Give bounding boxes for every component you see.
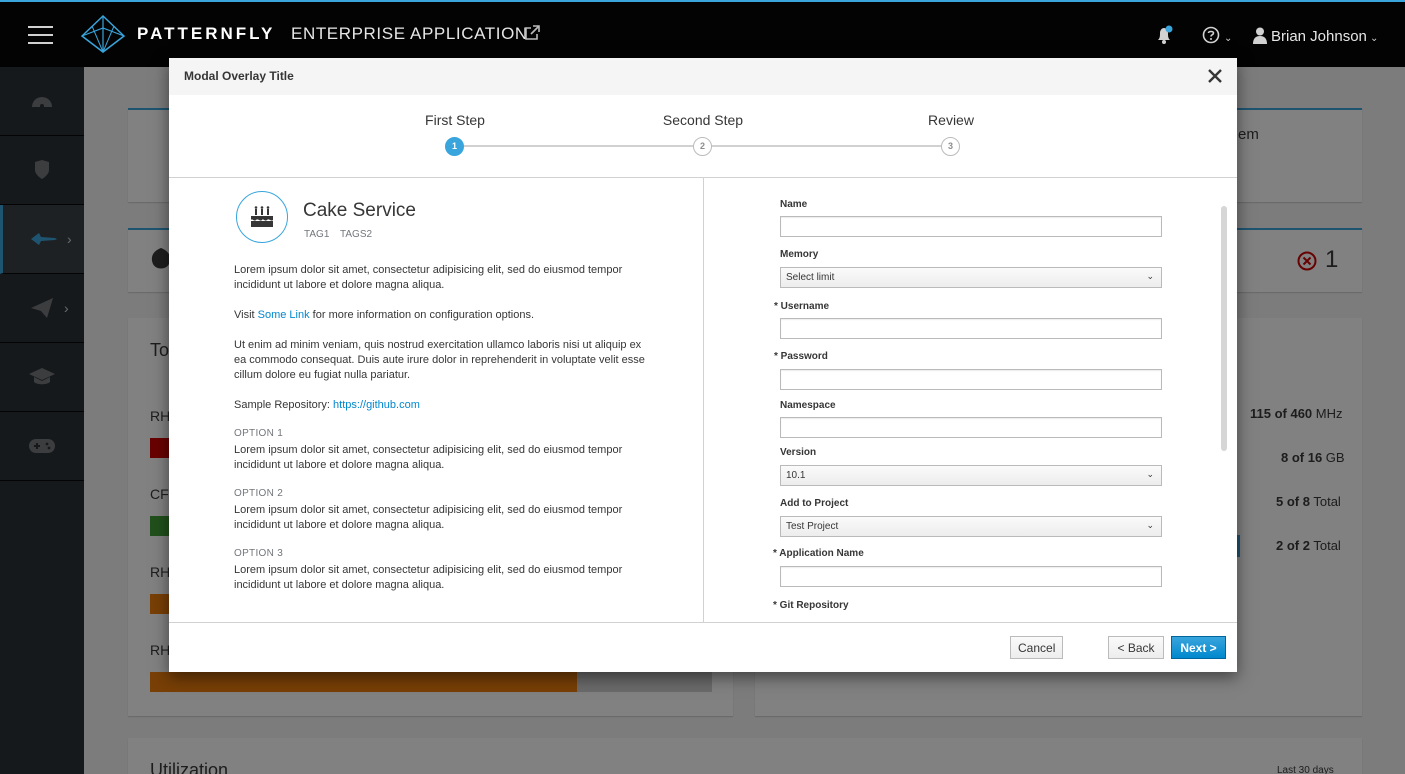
service-tag: TAG1 bbox=[304, 229, 330, 240]
repo-line: Sample Repository: https://github.com bbox=[234, 399, 420, 411]
hamburger-menu-icon[interactable] bbox=[28, 26, 53, 44]
step-second[interactable]: Second Step 2 bbox=[623, 95, 783, 156]
option-2-text: Lorem ipsum dolor sit amet, consectetur … bbox=[234, 504, 623, 531]
notification-bell-icon[interactable] bbox=[1155, 25, 1175, 45]
service-details-pane[interactable]: Cake Service TAG1 TAGS2 Lorem ipsum dolo… bbox=[169, 178, 704, 622]
modal-footer: Cancel < Back Next > bbox=[169, 622, 1237, 672]
name-input[interactable] bbox=[780, 216, 1162, 237]
github-link[interactable]: https://github.com bbox=[333, 399, 420, 411]
modal-header: Modal Overlay Title bbox=[169, 58, 1237, 95]
username-input[interactable] bbox=[780, 318, 1162, 339]
cancel-button[interactable]: Cancel bbox=[1010, 636, 1063, 659]
patternfly-logo-icon[interactable] bbox=[80, 14, 126, 54]
chevron-down-icon: ⌄ bbox=[1146, 271, 1154, 281]
memory-select[interactable]: Select limit ⌄ bbox=[780, 267, 1162, 288]
wizard-body: Cake Service TAG1 TAGS2 Lorem ipsum dolo… bbox=[169, 178, 1237, 622]
user-icon[interactable] bbox=[1253, 27, 1267, 44]
app-name-label: * Application Name bbox=[773, 548, 864, 559]
username-label: * Username bbox=[774, 301, 830, 312]
user-name[interactable]: Brian Johnson bbox=[1271, 28, 1367, 45]
help-chevron-down-icon[interactable]: ⌄ bbox=[1224, 33, 1232, 44]
project-select[interactable]: Test Project ⌄ bbox=[780, 516, 1162, 537]
version-label: Version bbox=[780, 447, 817, 458]
service-description: Lorem ipsum dolor sit amet, consectetur … bbox=[234, 264, 623, 291]
close-icon[interactable] bbox=[1207, 68, 1223, 84]
step-number[interactable]: 3 bbox=[941, 137, 960, 156]
masthead: PATTERNFLY ENTERPRISE APPLICATION ⌄ Bria… bbox=[0, 0, 1405, 67]
chevron-down-icon: ⌄ bbox=[1146, 469, 1154, 479]
option-2-label: OPTION 2 bbox=[234, 488, 284, 499]
password-label: * Password bbox=[774, 351, 828, 362]
wizard-modal: Modal Overlay Title First Step 1 Second … bbox=[169, 58, 1237, 672]
service-paragraph-2: Ut enim ad minim veniam, quis nostrud ex… bbox=[234, 339, 645, 381]
next-button[interactable]: Next > bbox=[1171, 636, 1226, 659]
option-1-text: Lorem ipsum dolor sit amet, consectetur … bbox=[234, 444, 623, 471]
form-scrollbar[interactable] bbox=[1221, 206, 1227, 451]
back-button[interactable]: < Back bbox=[1108, 636, 1164, 659]
modal-title: Modal Overlay Title bbox=[184, 69, 294, 83]
visit-line: Visit Some Link for more information on … bbox=[234, 309, 535, 321]
birthday-cake-icon bbox=[251, 206, 273, 227]
memory-label: Memory bbox=[780, 249, 819, 260]
version-select[interactable]: 10.1 ⌄ bbox=[780, 465, 1162, 486]
namespace-label: Namespace bbox=[780, 400, 836, 411]
option-1-label: OPTION 1 bbox=[234, 428, 284, 439]
option-3-text: Lorem ipsum dolor sit amet, consectetur … bbox=[234, 564, 623, 591]
configuration-form[interactable]: Name Memory Select limit ⌄ * Username * P… bbox=[704, 178, 1237, 622]
brand-name[interactable]: PATTERNFLY bbox=[137, 24, 275, 44]
step-review[interactable]: Review 3 bbox=[871, 95, 1031, 156]
service-tags: TAG1 TAGS2 bbox=[304, 229, 380, 240]
external-link-icon[interactable] bbox=[523, 24, 541, 42]
namespace-input[interactable] bbox=[780, 417, 1162, 438]
step-label[interactable]: Review bbox=[871, 112, 1031, 128]
step-number[interactable]: 2 bbox=[693, 137, 712, 156]
some-link[interactable]: Some Link bbox=[258, 309, 310, 321]
brand-subtitle[interactable]: ENTERPRISE APPLICATION bbox=[291, 24, 528, 44]
app-name-input[interactable] bbox=[780, 566, 1162, 587]
service-icon-wrap bbox=[236, 191, 288, 243]
password-input[interactable] bbox=[780, 369, 1162, 390]
name-label: Name bbox=[780, 199, 808, 210]
step-number[interactable]: 1 bbox=[445, 137, 464, 156]
service-tag: TAGS2 bbox=[340, 229, 373, 240]
project-label: Add to Project bbox=[780, 498, 849, 509]
user-chevron-down-icon[interactable]: ⌄ bbox=[1370, 33, 1378, 44]
wizard-steps: First Step 1 Second Step 2 Review 3 bbox=[169, 95, 1237, 178]
git-repo-label: * Git Repository bbox=[773, 600, 849, 611]
step-first[interactable]: First Step 1 bbox=[375, 95, 535, 156]
option-3-label: OPTION 3 bbox=[234, 548, 284, 559]
help-icon[interactable] bbox=[1202, 26, 1220, 44]
step-label[interactable]: First Step bbox=[375, 112, 535, 128]
service-title: Cake Service bbox=[303, 200, 416, 221]
chevron-down-icon: ⌄ bbox=[1146, 520, 1154, 530]
step-label[interactable]: Second Step bbox=[623, 112, 783, 128]
